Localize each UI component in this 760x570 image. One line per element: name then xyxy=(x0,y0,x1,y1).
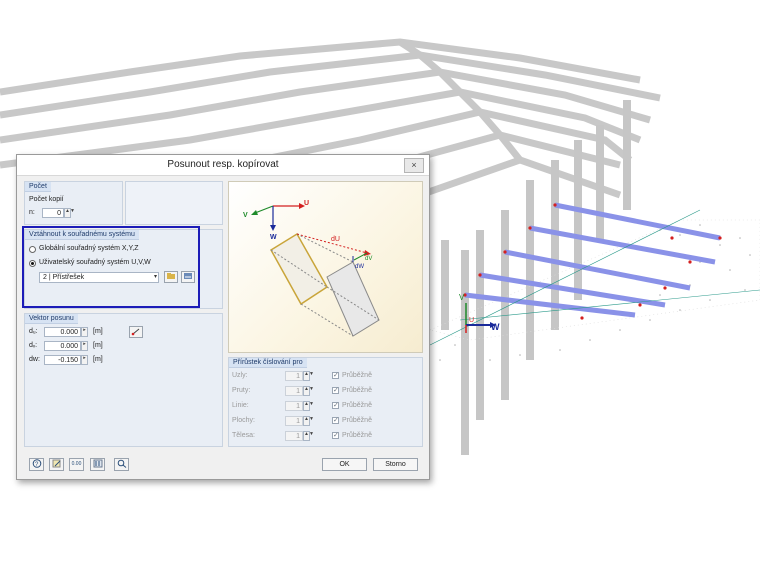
increment-surfaces-spinner[interactable]: ▲▼ xyxy=(303,416,314,426)
dialog-titlebar[interactable]: Posunout resp. kopírovat × xyxy=(17,155,429,176)
increment-nodes-spinner[interactable]: ▲▼ xyxy=(303,371,314,381)
dv-input[interactable]: 0.000 xyxy=(44,341,81,351)
increment-members-check-label: Průběžně xyxy=(342,387,372,394)
dw-label: dw: xyxy=(29,356,40,363)
units-button[interactable] xyxy=(90,458,105,471)
du-spinner[interactable]: ▸ xyxy=(81,327,88,337)
dv-label: dᵥ: xyxy=(29,342,38,349)
copy-count-spinner[interactable]: ▲▼ xyxy=(64,208,75,218)
diagram-axis-u: U xyxy=(304,200,309,207)
dw-input[interactable]: -0.150 xyxy=(44,355,81,365)
increment-members-spinner[interactable]: ▲▼ xyxy=(303,386,314,396)
help-icon: ? xyxy=(32,459,41,468)
increment-lines-checkbox[interactable]: ✓ xyxy=(332,402,339,409)
dw-unit: [m] xyxy=(93,356,103,363)
count-side-panel xyxy=(125,181,223,225)
scene-axis-u-label: U xyxy=(469,317,474,324)
increment-solids-checkbox[interactable]: ✓ xyxy=(332,432,339,439)
increment-nodes-checkbox[interactable]: ✓ xyxy=(332,372,339,379)
move-copy-dialog: Posunout resp. kopírovat × Počet Počet k… xyxy=(16,154,430,480)
view-button[interactable] xyxy=(114,458,129,471)
increment-solids-spinner[interactable]: ▲▼ xyxy=(303,431,314,441)
move-diagram-graphic: U V W dU dV dW xyxy=(243,200,380,337)
increment-surfaces-input[interactable]: 1 xyxy=(285,416,303,426)
du-unit: [m] xyxy=(93,328,103,335)
du-label: dᵤ: xyxy=(29,328,38,335)
scene-axis-w-label: W xyxy=(491,322,500,332)
close-button[interactable]: × xyxy=(404,158,424,173)
highlight-frame xyxy=(22,226,200,308)
decimal-places-label: 0.00 xyxy=(71,461,82,467)
increment-solids-label: Tělesa: xyxy=(232,432,255,439)
du-input[interactable]: 0.000 xyxy=(44,327,81,337)
diagram-dv-label: dV xyxy=(365,256,372,262)
increment-solids-check-label: Průběžně xyxy=(342,432,372,439)
numbering-increment-group-title: Přírůstek číslování pro xyxy=(229,358,307,368)
increment-members-input[interactable]: 1 xyxy=(285,386,303,396)
cancel-button[interactable]: Storno xyxy=(373,458,418,471)
diagram-axis-w: W xyxy=(270,234,277,241)
increment-surfaces-check-label: Průběžně xyxy=(342,417,372,424)
edit-pencil-icon xyxy=(52,459,60,468)
pick-pointer-icon xyxy=(131,328,140,336)
move-diagram: U V W dU dV dW xyxy=(228,181,423,353)
units-icon xyxy=(93,459,102,468)
count-group: Počet Počet kopií n: 0 ▲▼ xyxy=(24,181,123,225)
displacement-vector-group: Vektor posunu dᵤ: 0.000 ▸ [m] dᵥ: 0.000 … xyxy=(24,313,223,447)
increment-members-checkbox[interactable]: ✓ xyxy=(332,387,339,394)
increment-surfaces-label: Plochy: xyxy=(232,417,255,424)
increment-nodes-check-label: Průběžně xyxy=(342,372,372,379)
copy-count-label: Počet kopií xyxy=(29,196,64,203)
n-label: n: xyxy=(29,209,35,216)
numbering-increment-group: Přírůstek číslování pro Uzly: 1 ▲▼ ✓ Prů… xyxy=(228,357,423,447)
magnifier-icon xyxy=(117,459,126,468)
help-button[interactable]: ? xyxy=(29,458,44,471)
increment-lines-check-label: Průběžně xyxy=(342,402,372,409)
steel-frame-columns xyxy=(441,100,631,455)
displacement-vector-group-title: Vektor posunu xyxy=(25,314,78,324)
dv-spinner[interactable]: ▸ xyxy=(81,341,88,351)
pick-vector-button[interactable] xyxy=(129,326,143,338)
diagram-dw-label: dW xyxy=(355,264,364,270)
diagram-du-label: dU xyxy=(331,236,340,243)
edit-button[interactable] xyxy=(49,458,64,471)
dialog-title: Posunout resp. kopírovat xyxy=(167,159,279,170)
decimal-places-button[interactable]: 0.00 xyxy=(69,458,84,471)
increment-lines-input[interactable]: 1 xyxy=(285,401,303,411)
scene-axis-v-label: V xyxy=(459,293,465,302)
dv-unit: [m] xyxy=(93,342,103,349)
increment-surfaces-checkbox[interactable]: ✓ xyxy=(332,417,339,424)
ok-button[interactable]: OK xyxy=(322,458,367,471)
increment-members-label: Pruty: xyxy=(232,387,251,394)
increment-solids-input[interactable]: 1 xyxy=(285,431,303,441)
increment-lines-spinner[interactable]: ▲▼ xyxy=(303,401,314,411)
increment-nodes-input[interactable]: 1 xyxy=(285,371,303,381)
dw-spinner[interactable]: ▸ xyxy=(81,355,88,365)
increment-lines-label: Linie: xyxy=(232,402,249,409)
count-group-title: Počet xyxy=(25,182,51,192)
copy-count-input[interactable]: 0 xyxy=(42,208,64,218)
diagram-axis-v: V xyxy=(243,212,248,219)
increment-nodes-label: Uzly: xyxy=(232,372,248,379)
